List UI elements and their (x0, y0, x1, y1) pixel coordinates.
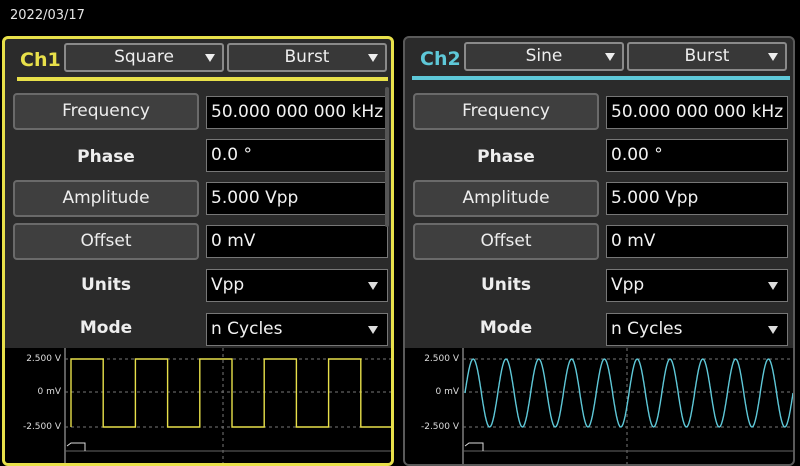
channel-1-underline (17, 77, 388, 81)
phase-field[interactable]: 0.00 ° (606, 139, 788, 172)
units-value: Vpp (211, 275, 245, 295)
amplitude-button[interactable]: Amplitude (413, 180, 599, 217)
channel-1-waveform-value: Square (114, 47, 174, 67)
square-wave-path (70, 358, 391, 428)
chevron-down-icon (768, 326, 778, 334)
channel-1-panel: Ch1 Square Burst Frequency 50.000 000 00… (2, 36, 394, 466)
amplitude-field[interactable]: 5.000 Vpp (206, 182, 388, 215)
channel-1-run-mode-value: Burst (284, 47, 330, 67)
chevron-down-icon (368, 326, 378, 334)
channel-2-waveform-select[interactable]: Sine (464, 42, 624, 71)
square-wave-trace (70, 358, 391, 428)
waveform-svg: 2.500 V 0 mV -2.500 V (23, 348, 391, 463)
chevron-down-icon (368, 54, 378, 62)
frequency-button[interactable]: Frequency (13, 93, 199, 130)
trigger-marker (464, 442, 484, 451)
channel-1-waveform-preview: 2.500 V 0 mV -2.500 V (5, 348, 391, 463)
units-label: Units (81, 275, 131, 295)
frequency-field[interactable]: 50.000 000 000 kHz (206, 96, 388, 129)
chevron-down-icon (368, 282, 378, 290)
waveform-svg: 2.500 V 0 mV -2.500 V (421, 348, 793, 464)
chevron-down-icon (768, 282, 778, 290)
amplitude-button[interactable]: Amplitude (13, 180, 199, 217)
y-max-label: 2.500 V (424, 354, 460, 364)
channel-2-run-mode-select[interactable]: Burst (627, 42, 787, 71)
trigger-marker (66, 442, 86, 451)
chevron-down-icon (605, 53, 615, 61)
sine-wave-path (464, 358, 793, 428)
y-min-label: -2.500 V (421, 422, 460, 432)
channel-2-panel: Ch2 Sine Burst Frequency 50.000 000 000 … (403, 36, 795, 466)
units-select[interactable]: Vpp (206, 269, 388, 302)
units-select[interactable]: Vpp (606, 269, 788, 302)
channel-1-header: Ch1 Square Burst (5, 39, 391, 83)
frequency-field[interactable]: 50.000 000 000 kHz (606, 96, 788, 129)
y-mid-label: 0 mV (435, 387, 459, 397)
channel-1-label[interactable]: Ch1 (20, 49, 61, 71)
channel-2-waveform-preview: 2.500 V 0 mV -2.500 V (405, 348, 793, 464)
phase-label: Phase (77, 147, 135, 167)
mode-label: Mode (79, 318, 133, 338)
offset-field[interactable]: 0 mV (606, 225, 788, 258)
channel-2-header: Ch2 Sine Burst (405, 38, 793, 82)
amplitude-field[interactable]: 5.000 Vpp (606, 182, 788, 215)
frequency-button[interactable]: Frequency (413, 93, 599, 130)
y-min-label: -2.500 V (23, 422, 62, 432)
date-display: 2022/03/17 (10, 8, 85, 23)
mode-select[interactable]: n Cycles (606, 313, 788, 346)
offset-button[interactable]: Offset (13, 223, 199, 260)
mode-value: n Cycles (611, 319, 683, 339)
units-label: Units (481, 275, 531, 295)
offset-field[interactable]: 0 mV (206, 225, 388, 258)
units-value: Vpp (611, 275, 645, 295)
y-max-label: 2.500 V (26, 354, 62, 364)
sine-wave-trace (464, 358, 793, 428)
scrollbar[interactable] (385, 87, 389, 227)
y-mid-label: 0 mV (37, 387, 61, 397)
mode-value: n Cycles (211, 319, 283, 339)
channel-1-run-mode-select[interactable]: Burst (227, 43, 387, 72)
channel-2-run-mode-value: Burst (684, 46, 730, 66)
channel-2-waveform-value: Sine (525, 46, 563, 66)
channel-2-label[interactable]: Ch2 (420, 48, 461, 70)
phase-label: Phase (477, 147, 535, 167)
mode-label: Mode (479, 318, 533, 338)
mode-select[interactable]: n Cycles (206, 313, 388, 346)
chevron-down-icon (768, 53, 778, 61)
offset-button[interactable]: Offset (413, 223, 599, 260)
phase-field[interactable]: 0.0 ° (206, 139, 388, 172)
channel-2-underline (412, 76, 790, 80)
chevron-down-icon (205, 54, 215, 62)
channel-1-waveform-select[interactable]: Square (64, 43, 224, 72)
